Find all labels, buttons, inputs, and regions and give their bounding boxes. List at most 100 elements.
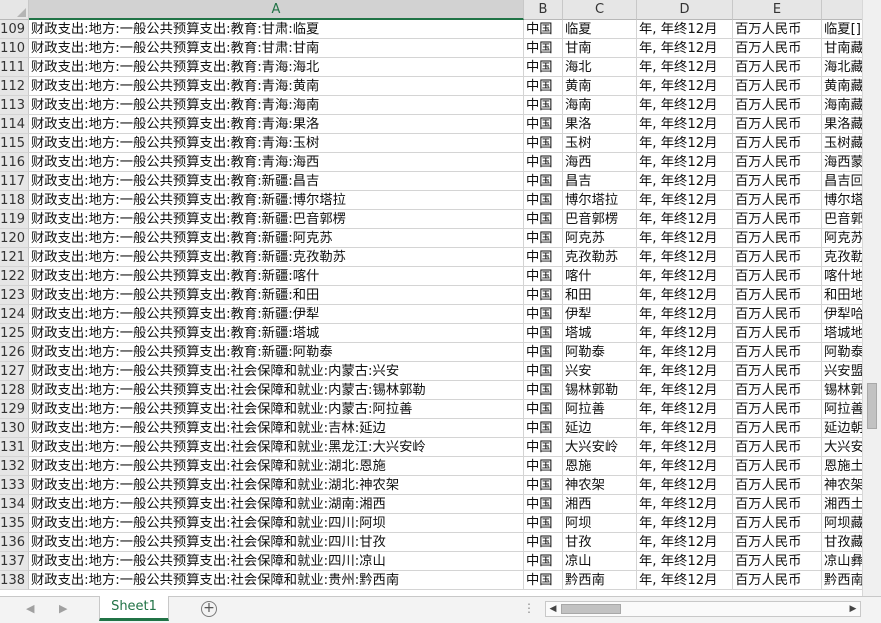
cell-d[interactable]: 年, 年终12月 [637, 39, 733, 58]
cell-d[interactable]: 年, 年终12月 [637, 134, 733, 153]
cell-a[interactable]: 财政支出:地方:一般公共预算支出:社会保障和就业:四川:阿坝 [29, 514, 524, 533]
cell-d[interactable]: 年, 年终12月 [637, 381, 733, 400]
cell-f[interactable]: 黄南藏 [822, 77, 862, 96]
cell-d[interactable]: 年, 年终12月 [637, 305, 733, 324]
cell-b[interactable]: 中国 [524, 191, 563, 210]
cell-f[interactable]: 喀什地 [822, 267, 862, 286]
cell-d[interactable]: 年, 年终12月 [637, 514, 733, 533]
row-header[interactable]: 127 [0, 362, 29, 381]
cell-c[interactable]: 大兴安岭 [563, 438, 637, 457]
triangle-right-icon[interactable]: ▶ [846, 602, 860, 616]
cell-a[interactable]: 财政支出:地方:一般公共预算支出:社会保障和就业:贵州:黔西南 [29, 571, 524, 590]
column-header-c[interactable]: C [563, 0, 637, 20]
cell-c[interactable]: 克孜勒苏 [563, 248, 637, 267]
cell-f[interactable]: 阿坝藏 [822, 514, 862, 533]
cell-d[interactable]: 年, 年终12月 [637, 552, 733, 571]
cell-d[interactable]: 年, 年终12月 [637, 191, 733, 210]
cell-f[interactable]: 凉山彝 [822, 552, 862, 571]
cell-d[interactable]: 年, 年终12月 [637, 400, 733, 419]
cell-a[interactable]: 财政支出:地方:一般公共预算支出:社会保障和就业:内蒙古:兴安 [29, 362, 524, 381]
row-header[interactable]: 120 [0, 229, 29, 248]
cell-c[interactable]: 博尔塔拉 [563, 191, 637, 210]
cell-b[interactable]: 中国 [524, 153, 563, 172]
cell-a[interactable]: 财政支出:地方:一般公共预算支出:教育:甘肃:临夏 [29, 20, 524, 39]
cell-a[interactable]: 财政支出:地方:一般公共预算支出:教育:新疆:阿克苏 [29, 229, 524, 248]
select-all-corner[interactable] [0, 0, 29, 20]
column-header-d[interactable]: D [637, 0, 733, 20]
cell-e[interactable]: 百万人民币 [733, 419, 822, 438]
row-header[interactable]: 113 [0, 96, 29, 115]
row-header[interactable]: 137 [0, 552, 29, 571]
cell-a[interactable]: 财政支出:地方:一般公共预算支出:教育:新疆:克孜勒苏 [29, 248, 524, 267]
row-header[interactable]: 121 [0, 248, 29, 267]
row-header[interactable]: 132 [0, 457, 29, 476]
row-header[interactable]: 115 [0, 134, 29, 153]
row-header[interactable]: 136 [0, 533, 29, 552]
cell-f[interactable]: 大兴安 [822, 438, 862, 457]
cell-d[interactable]: 年, 年终12月 [637, 96, 733, 115]
cell-a[interactable]: 财政支出:地方:一般公共预算支出:教育:青海:果洛 [29, 115, 524, 134]
cell-c[interactable]: 延边 [563, 419, 637, 438]
cell-f[interactable]: 伊犁哈 [822, 305, 862, 324]
row-header[interactable]: 124 [0, 305, 29, 324]
cell-e[interactable]: 百万人民币 [733, 96, 822, 115]
cell-e[interactable]: 百万人民币 [733, 571, 822, 590]
cell-b[interactable]: 中国 [524, 115, 563, 134]
row-header[interactable]: 134 [0, 495, 29, 514]
cell-d[interactable]: 年, 年终12月 [637, 438, 733, 457]
cell-d[interactable]: 年, 年终12月 [637, 115, 733, 134]
row-header[interactable]: 112 [0, 77, 29, 96]
cell-d[interactable]: 年, 年终12月 [637, 58, 733, 77]
cell-d[interactable]: 年, 年终12月 [637, 324, 733, 343]
cell-a[interactable]: 财政支出:地方:一般公共预算支出:教育:青海:玉树 [29, 134, 524, 153]
cell-e[interactable]: 百万人民币 [733, 267, 822, 286]
cell-e[interactable]: 百万人民币 [733, 210, 822, 229]
row-header[interactable]: 111 [0, 58, 29, 77]
cell-e[interactable]: 百万人民币 [733, 476, 822, 495]
cell-e[interactable]: 百万人民币 [733, 153, 822, 172]
cell-e[interactable]: 百万人民币 [733, 58, 822, 77]
sheet-tab-sheet1[interactable]: Sheet1 [99, 596, 169, 621]
cell-b[interactable]: 中国 [524, 267, 563, 286]
column-header-f[interactable] [822, 0, 862, 20]
cell-e[interactable]: 百万人民币 [733, 134, 822, 153]
cell-c[interactable]: 恩施 [563, 457, 637, 476]
cell-e[interactable]: 百万人民币 [733, 172, 822, 191]
cell-a[interactable]: 财政支出:地方:一般公共预算支出:教育:新疆:和田 [29, 286, 524, 305]
cell-f[interactable]: 锡林郭 [822, 381, 862, 400]
cell-d[interactable]: 年, 年终12月 [637, 571, 733, 590]
row-header[interactable]: 125 [0, 324, 29, 343]
horizontal-scrollbar[interactable]: ◀ ▶ [545, 601, 861, 617]
cell-c[interactable]: 喀什 [563, 267, 637, 286]
cell-a[interactable]: 财政支出:地方:一般公共预算支出:教育:新疆:博尔塔拉 [29, 191, 524, 210]
cell-d[interactable]: 年, 年终12月 [637, 20, 733, 39]
row-header[interactable]: 135 [0, 514, 29, 533]
cell-c[interactable]: 玉树 [563, 134, 637, 153]
cell-e[interactable]: 百万人民币 [733, 248, 822, 267]
cell-b[interactable]: 中国 [524, 571, 563, 590]
cell-a[interactable]: 财政支出:地方:一般公共预算支出:教育:新疆:阿勒泰 [29, 343, 524, 362]
vertical-scroll-thumb[interactable] [867, 383, 877, 429]
cell-c[interactable]: 甘南 [563, 39, 637, 58]
cell-e[interactable]: 百万人民币 [733, 343, 822, 362]
cell-b[interactable]: 中国 [524, 324, 563, 343]
cell-f[interactable]: 阿勒泰 [822, 343, 862, 362]
cell-b[interactable]: 中国 [524, 362, 563, 381]
cell-b[interactable]: 中国 [524, 495, 563, 514]
cell-c[interactable]: 阿克苏 [563, 229, 637, 248]
cell-f[interactable]: 果洛藏 [822, 115, 862, 134]
row-header[interactable]: 118 [0, 191, 29, 210]
cell-e[interactable]: 百万人民币 [733, 191, 822, 210]
cell-f[interactable]: 甘孜藏 [822, 533, 862, 552]
cell-a[interactable]: 财政支出:地方:一般公共预算支出:社会保障和就业:四川:凉山 [29, 552, 524, 571]
row-header[interactable]: 116 [0, 153, 29, 172]
cell-b[interactable]: 中国 [524, 457, 563, 476]
cell-d[interactable]: 年, 年终12月 [637, 267, 733, 286]
cell-a[interactable]: 财政支出:地方:一般公共预算支出:教育:青海:海北 [29, 58, 524, 77]
cell-a[interactable]: 财政支出:地方:一般公共预算支出:教育:青海:海南 [29, 96, 524, 115]
row-header[interactable]: 129 [0, 400, 29, 419]
cell-c[interactable]: 海北 [563, 58, 637, 77]
cell-c[interactable]: 伊犁 [563, 305, 637, 324]
cell-c[interactable]: 阿勒泰 [563, 343, 637, 362]
cell-b[interactable]: 中国 [524, 381, 563, 400]
